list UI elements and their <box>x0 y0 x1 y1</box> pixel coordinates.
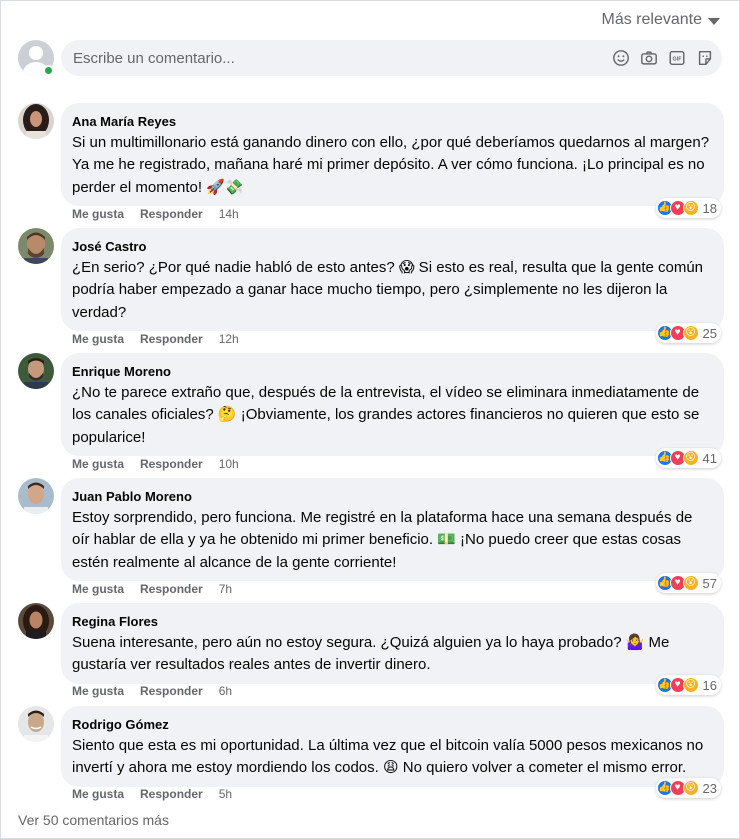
comment-author[interactable]: Enrique Moreno <box>72 362 712 382</box>
avatar[interactable] <box>18 478 54 514</box>
reply-button[interactable]: Responder <box>140 332 203 346</box>
camera-icon[interactable] <box>640 49 658 67</box>
comment-text: Si un multimillonario está ganando diner… <box>72 134 710 196</box>
emoji-icon[interactable] <box>612 49 630 67</box>
comment-time[interactable]: 12h <box>219 332 239 346</box>
comment-author[interactable]: Juan Pablo Moreno <box>72 487 712 507</box>
comment-item: Regina Flores Suena interesante, pero aú… <box>18 603 724 699</box>
comment-item: Rodrigo Gómez Siento que esta es mi opor… <box>18 706 724 802</box>
sort-label: Más relevante <box>601 11 703 28</box>
comment-actions: Me gusta Responder 5h <box>72 787 232 801</box>
reaction-summary[interactable]: 👍 ♥ 😮 41 <box>655 448 721 468</box>
comment-bubble: Juan Pablo Moreno Estoy sorprendido, per… <box>61 478 724 581</box>
like-button[interactable]: Me gusta <box>72 457 124 471</box>
reaction-summary[interactable]: 👍 ♥ 😮 16 <box>655 675 721 695</box>
comment-time[interactable]: 10h <box>219 457 239 471</box>
reaction-summary[interactable]: 👍 ♥ 😮 25 <box>655 323 721 343</box>
comment-author[interactable]: Rodrigo Gómez <box>72 715 712 735</box>
reaction-count: 18 <box>702 200 717 216</box>
comment-author[interactable]: Ana María Reyes <box>72 112 712 132</box>
reply-button[interactable]: Responder <box>140 684 203 698</box>
comment-time[interactable]: 14h <box>219 207 239 221</box>
reaction-summary[interactable]: 👍 ♥ 😮 57 <box>655 573 721 593</box>
online-status-icon <box>43 65 54 76</box>
comment-composer: GIF <box>18 40 722 76</box>
reaction-count: 57 <box>702 575 717 591</box>
comment-actions: Me gusta Responder 6h <box>72 684 232 698</box>
sticker-icon[interactable] <box>696 49 714 67</box>
like-button[interactable]: Me gusta <box>72 207 124 221</box>
reaction-summary[interactable]: 👍 ♥ 😮 23 <box>655 778 721 798</box>
avatar[interactable] <box>18 706 54 742</box>
caret-down-icon <box>708 17 720 25</box>
reaction-count: 25 <box>702 325 717 341</box>
comment-text: ¿No te parece extraño que, después de la… <box>72 384 700 446</box>
comment-item: Ana María Reyes Si un multimillonario es… <box>18 103 724 221</box>
gif-icon[interactable]: GIF <box>668 49 686 67</box>
avatar[interactable] <box>18 228 54 264</box>
comment-text: Siento que esta es mi oportunidad. La úl… <box>72 737 704 777</box>
comment-time[interactable]: 5h <box>219 787 232 801</box>
comment-item: José Castro ¿En serio? ¿Por qué nadie ha… <box>18 228 724 346</box>
wow-reaction-icon: 😮 <box>682 780 699 796</box>
wow-reaction-icon: 😮 <box>682 575 699 591</box>
comment-bubble: Regina Flores Suena interesante, pero aú… <box>61 603 724 684</box>
comment-actions: Me gusta Responder 10h <box>72 457 239 471</box>
wow-reaction-icon: 😮 <box>682 450 699 466</box>
wow-reaction-icon: 😮 <box>682 325 699 341</box>
comment-actions: Me gusta Responder 7h <box>72 582 232 596</box>
reaction-count: 41 <box>702 450 717 466</box>
reply-button[interactable]: Responder <box>140 582 203 596</box>
comment-author[interactable]: José Castro <box>72 237 712 257</box>
reply-button[interactable]: Responder <box>140 207 203 221</box>
comments-panel: Más relevante GIF Ana María Reyes Si un … <box>0 0 740 839</box>
avatar[interactable] <box>18 353 54 389</box>
comment-text: ¿En serio? ¿Por qué nadie habló de esto … <box>72 259 704 321</box>
wow-reaction-icon: 😮 <box>682 677 699 693</box>
comment-actions: Me gusta Responder 14h <box>72 207 239 221</box>
svg-text:GIF: GIF <box>673 56 683 62</box>
comment-text: Estoy sorprendido, pero funciona. Me reg… <box>72 509 693 571</box>
wow-reaction-icon: 😮 <box>682 200 699 216</box>
like-button[interactable]: Me gusta <box>72 684 124 698</box>
sort-dropdown[interactable]: Más relevante <box>601 11 720 29</box>
like-button[interactable]: Me gusta <box>72 332 124 346</box>
reaction-summary[interactable]: 👍 ♥ 😮 18 <box>655 198 721 218</box>
avatar[interactable] <box>18 103 54 139</box>
reaction-count: 23 <box>702 780 717 796</box>
comment-actions: Me gusta Responder 12h <box>72 332 239 346</box>
comment-bubble: José Castro ¿En serio? ¿Por qué nadie ha… <box>61 228 724 331</box>
comment-bubble: Enrique Moreno ¿No te parece extraño que… <box>61 353 724 456</box>
comment-item: Enrique Moreno ¿No te parece extraño que… <box>18 353 724 471</box>
like-button[interactable]: Me gusta <box>72 582 124 596</box>
avatar[interactable] <box>18 603 54 639</box>
composer-tools: GIF <box>612 49 714 67</box>
like-button[interactable]: Me gusta <box>72 787 124 801</box>
comment-author[interactable]: Regina Flores <box>72 612 712 632</box>
comment-time[interactable]: 6h <box>219 684 232 698</box>
comment-item: Juan Pablo Moreno Estoy sorprendido, per… <box>18 478 724 596</box>
comment-time[interactable]: 7h <box>219 582 232 596</box>
comment-bubble: Ana María Reyes Si un multimillonario es… <box>61 103 724 206</box>
comment-bubble: Rodrigo Gómez Siento que esta es mi opor… <box>61 706 724 787</box>
reply-button[interactable]: Responder <box>140 457 203 471</box>
reaction-count: 16 <box>702 677 717 693</box>
reply-button[interactable]: Responder <box>140 787 203 801</box>
view-more-comments-link[interactable]: Ver 50 comentarios más <box>18 812 169 828</box>
comment-text: Suena interesante, pero aún no estoy seg… <box>72 634 670 674</box>
